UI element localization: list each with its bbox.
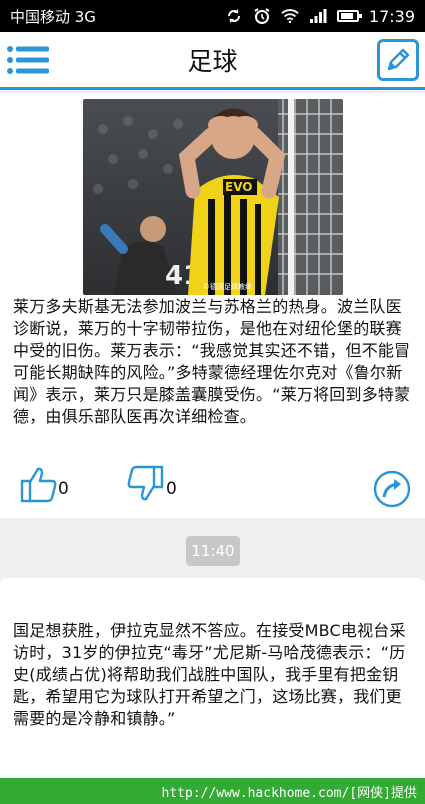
- footer-bar: http://www.hackhome.com/[网侠]提供: [0, 778, 425, 804]
- like-count: 0: [58, 479, 69, 499]
- carrier-label: 中国移动 3G: [10, 7, 96, 26]
- article-photo[interactable]: 41 EVO ©德国足球教练: [83, 99, 343, 295]
- dislike-button[interactable]: [124, 463, 166, 505]
- like-button[interactable]: [18, 463, 58, 505]
- thumbs-up-icon: [20, 467, 57, 503]
- clock: 17:39: [368, 6, 415, 26]
- app-header: 足球: [0, 32, 425, 90]
- alarm-icon: [253, 7, 271, 25]
- pencil-icon: [387, 48, 410, 71]
- menu-button[interactable]: [6, 41, 50, 79]
- photo-caption: ©德国足球教练: [203, 282, 252, 291]
- status-bar: 中国移动 3G 17:39: [0, 0, 425, 32]
- article-body-2: 国足想获胜，伊拉克显然不答应。在接受MBC电视台采访时，31岁的伊拉克“毒牙”尤…: [13, 621, 406, 728]
- news-card-1[interactable]: 41 EVO ©德国足球教练 莱万多夫斯基无法参加波兰与苏格兰的热身。波兰队医诊…: [0, 93, 425, 518]
- timestamp-badge: 11:40: [186, 536, 240, 566]
- article-body: 莱万多夫斯基无法参加波兰与苏格兰的热身。波兰队医诊断说，莱万的十字韧带拉伤，是他…: [13, 297, 411, 426]
- news-card-2[interactable]: 国足想获胜，伊拉克显然不答应。在接受MBC电视台采访时，31岁的伊拉克“毒牙”尤…: [0, 578, 425, 778]
- battery-icon: [336, 10, 362, 22]
- share-arrow-icon: [373, 470, 411, 508]
- share-button[interactable]: [372, 469, 412, 509]
- hamburger-menu-icon: [7, 46, 49, 74]
- thumbs-down-icon: [127, 465, 164, 501]
- sync-icon: [225, 7, 243, 25]
- compose-button[interactable]: [377, 39, 419, 81]
- page-title: 足球: [187, 46, 238, 76]
- jersey-sponsor: EVO: [225, 180, 252, 194]
- watermark-text: http://www.hackhome.com/[网侠]提供: [161, 785, 418, 801]
- wifi-icon: [281, 7, 299, 25]
- dislike-count: 0: [166, 479, 177, 499]
- action-bar: 0 0: [0, 463, 425, 508]
- signal-icon: [309, 7, 327, 25]
